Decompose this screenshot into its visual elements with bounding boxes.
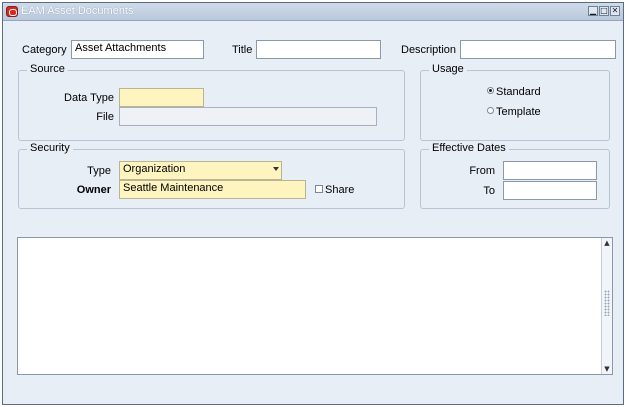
standard-radio[interactable]: Standard bbox=[487, 86, 541, 98]
file-field[interactable] bbox=[119, 107, 377, 126]
minimize-icon[interactable]: ▁ bbox=[588, 6, 598, 16]
usage-group: Usage Standard Template bbox=[420, 63, 610, 141]
radio-selected-icon bbox=[487, 87, 494, 94]
data-type-field[interactable] bbox=[119, 88, 204, 107]
data-type-label: Data Type bbox=[64, 92, 114, 104]
share-checkbox-label: Share bbox=[325, 184, 355, 196]
effective-dates-group: Effective Dates From To bbox=[420, 142, 610, 209]
to-date-field[interactable] bbox=[503, 181, 597, 200]
close-icon[interactable]: ✕ bbox=[610, 6, 620, 16]
from-label: From bbox=[469, 165, 495, 177]
eam-asset-documents-window: EAM Asset Documents ▁ □ ✕ Category Asset… bbox=[2, 2, 624, 405]
owner-label: Owner bbox=[76, 184, 111, 196]
owner-field[interactable]: Seattle Maintenance bbox=[119, 180, 306, 199]
scroll-grip-icon[interactable] bbox=[604, 290, 610, 316]
maximize-icon[interactable]: □ bbox=[599, 6, 609, 16]
source-group-title: Source bbox=[27, 63, 68, 75]
description-label: Description bbox=[401, 44, 457, 56]
category-label: Category bbox=[22, 44, 67, 56]
type-dropdown[interactable]: Organization bbox=[119, 161, 282, 180]
file-label: File bbox=[96, 111, 114, 123]
type-dropdown-value: Organization bbox=[123, 163, 186, 175]
source-group: Source Data Type File bbox=[18, 63, 405, 141]
scroll-up-icon[interactable]: ▲ bbox=[603, 239, 611, 247]
title-field[interactable] bbox=[256, 40, 381, 59]
effective-dates-group-title: Effective Dates bbox=[429, 142, 509, 154]
to-label: To bbox=[483, 185, 495, 197]
type-label: Type bbox=[87, 165, 111, 177]
security-group-title: Security bbox=[27, 142, 73, 154]
document-content-area[interactable]: ▲ ▼ bbox=[17, 237, 613, 375]
template-radio-label: Template bbox=[496, 106, 541, 118]
chevron-down-icon[interactable] bbox=[273, 167, 279, 171]
share-checkbox[interactable]: Share bbox=[315, 184, 354, 196]
window-title: EAM Asset Documents bbox=[21, 5, 134, 17]
standard-radio-label: Standard bbox=[496, 86, 541, 98]
title-label: Title bbox=[232, 44, 253, 56]
scroll-down-icon[interactable]: ▼ bbox=[603, 365, 611, 373]
security-group: Security Type Organization Owner Seattle… bbox=[18, 142, 405, 209]
radio-unselected-icon bbox=[487, 107, 494, 114]
template-radio[interactable]: Template bbox=[487, 106, 541, 118]
from-date-field[interactable] bbox=[503, 161, 597, 180]
description-field[interactable] bbox=[460, 40, 616, 59]
usage-group-title: Usage bbox=[429, 63, 467, 75]
vertical-scrollbar[interactable]: ▲ ▼ bbox=[601, 238, 612, 374]
oracle-logo-icon bbox=[6, 6, 18, 17]
window-controls: ▁ □ ✕ bbox=[588, 6, 620, 16]
title-bar[interactable]: EAM Asset Documents ▁ □ ✕ bbox=[3, 3, 623, 21]
category-field[interactable]: Asset Attachments bbox=[71, 40, 204, 59]
checkbox-icon bbox=[315, 185, 323, 193]
